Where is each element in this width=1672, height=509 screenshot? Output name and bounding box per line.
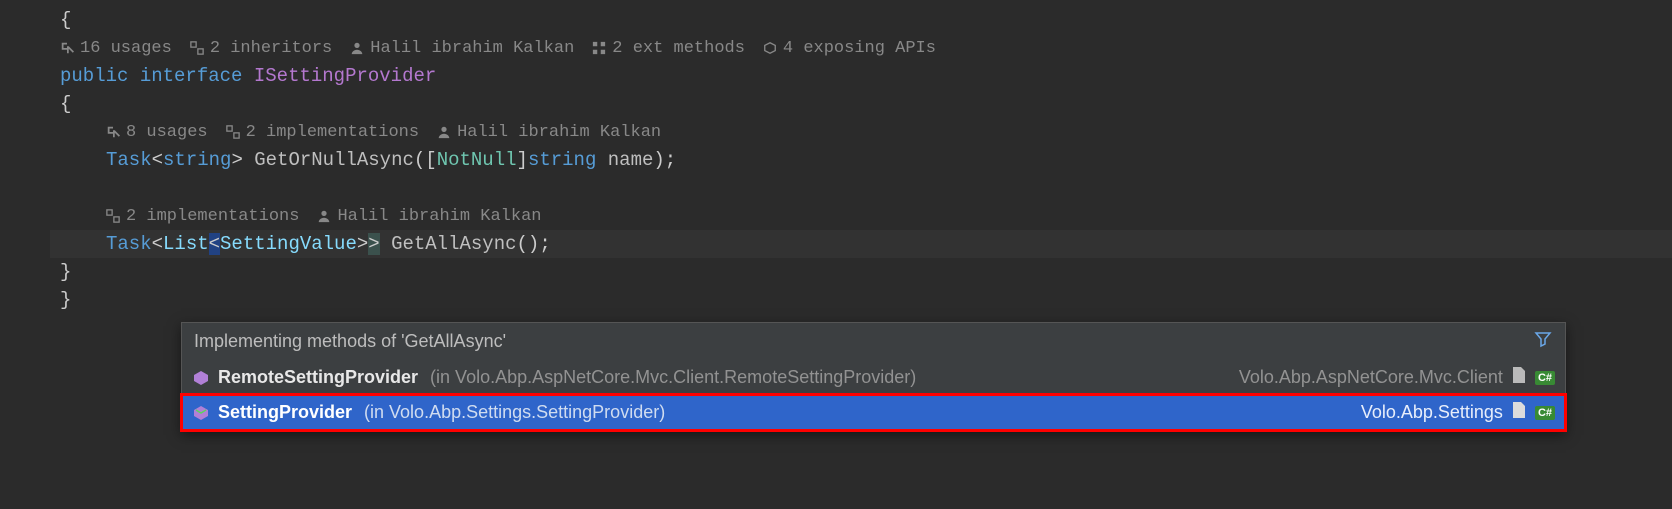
person-icon [317, 209, 331, 223]
popup-item-right: Volo.Abp.Settings C# [1361, 401, 1555, 424]
popup-item-remote-setting-provider[interactable]: RemoteSettingProvider (in Volo.Abp.AspNe… [182, 360, 1565, 395]
author-hint[interactable]: Halil ibrahim Kalkan [350, 39, 574, 58]
impl-icon [106, 209, 120, 223]
code-lens-row-m2: 2 implementations Halil ibrahim Kalkan [50, 202, 1672, 230]
filter-icon[interactable] [1533, 329, 1553, 354]
usages-icon [106, 125, 120, 139]
popup-item-right: Volo.Abp.AspNetCore.Mvc.Client C# [1239, 366, 1555, 389]
implementations-popup[interactable]: Implementing methods of 'GetAllAsync' Re… [181, 322, 1566, 431]
ext-methods-icon [592, 41, 606, 55]
popup-title: Implementing methods of 'GetAllAsync' [194, 331, 506, 352]
popup-item-name: RemoteSettingProvider [218, 367, 418, 388]
popup-item-name: SettingProvider [218, 402, 352, 423]
file-icon [1511, 366, 1527, 389]
exposing-apis-hint[interactable]: 4 exposing APIs [763, 39, 936, 58]
person-icon [350, 41, 364, 55]
author-hint[interactable]: Halil ibrahim Kalkan [437, 123, 661, 142]
code-lens-row-outer: 16 usages 2 inheritors Halil ibrahim Kal… [50, 34, 1672, 62]
author-hint[interactable]: Halil ibrahim Kalkan [317, 207, 541, 226]
class-icon [192, 404, 210, 422]
popup-header: Implementing methods of 'GetAllAsync' [182, 323, 1565, 360]
blank-line [50, 174, 1672, 202]
person-icon [437, 125, 451, 139]
popup-item-hint: (in Volo.Abp.AspNetCore.Mvc.Client.Remot… [430, 367, 916, 388]
method1-signature: Task<string> GetOrNullAsync([NotNull]str… [50, 146, 1672, 174]
ext-methods-hint[interactable]: 2 ext methods [592, 39, 745, 58]
implementations-hint[interactable]: 2 implementations [226, 123, 419, 142]
brace-close: } [50, 258, 1672, 286]
method2-signature: Task<List<SettingValue>> GetAllAsync(); [50, 230, 1672, 258]
outer-brace-close: } [50, 286, 1672, 314]
impl-icon [226, 125, 240, 139]
inheritors-hint[interactable]: 2 inheritors [190, 39, 332, 58]
usages-hint[interactable]: 16 usages [60, 39, 172, 58]
brace-open: { [50, 90, 1672, 118]
class-icon [192, 369, 210, 387]
code-editor[interactable]: { 16 usages 2 inheritors Halil ibrahim K… [0, 0, 1672, 314]
inheritors-icon [190, 41, 204, 55]
usages-hint[interactable]: 8 usages [106, 123, 208, 142]
popup-item-hint: (in Volo.Abp.Settings.SettingProvider) [364, 402, 665, 423]
csharp-badge: C# [1535, 371, 1555, 385]
exposing-icon [763, 41, 777, 55]
code-lens-row-m1: 8 usages 2 implementations Halil ibrahim… [50, 118, 1672, 146]
popup-item-setting-provider[interactable]: SettingProvider (in Volo.Abp.Settings.Se… [182, 395, 1565, 430]
file-icon [1511, 401, 1527, 424]
implementations-hint[interactable]: 2 implementations [106, 207, 299, 226]
usages-icon [60, 41, 74, 55]
interface-declaration: public interface ISettingProvider [50, 62, 1672, 90]
csharp-badge: C# [1535, 406, 1555, 420]
outer-brace-open: { [50, 6, 1672, 34]
